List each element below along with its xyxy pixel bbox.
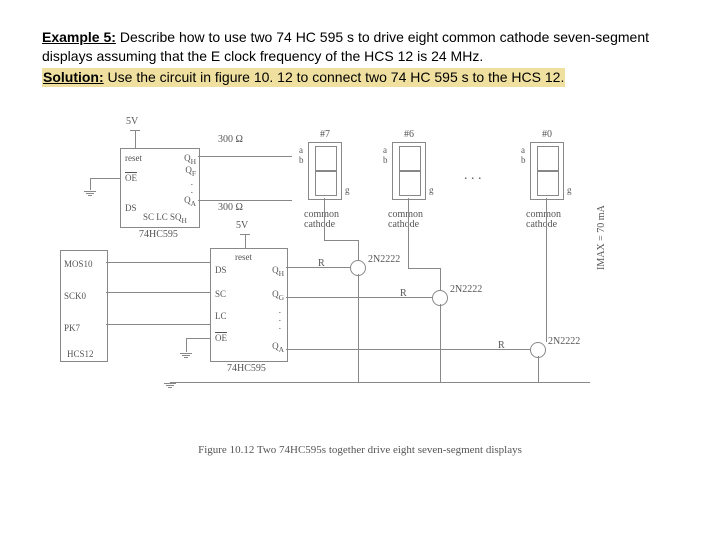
wire — [440, 268, 441, 290]
wire — [198, 200, 292, 201]
problem-header: Example 5: Describe how to use two 74 HC… — [0, 0, 720, 93]
wire — [186, 338, 187, 352]
pin-mos10: MOS10 — [64, 259, 93, 269]
wire — [90, 178, 91, 190]
pin-sck0: SCK0 — [64, 291, 86, 301]
chip-74hc595-top: reset QH QF . . QA OE DS SC LC SQH 74HC5… — [120, 148, 200, 228]
wire — [198, 156, 292, 157]
wire — [90, 178, 120, 179]
wire — [358, 274, 359, 382]
wire — [408, 268, 440, 269]
problem-line: Example 5: Describe how to use two 74 HC… — [42, 28, 678, 66]
seven-seg-display-7: #7 a b g — [308, 142, 342, 200]
solution-label: Solution: — [43, 69, 104, 85]
solution-text: Use the circuit in figure 10. 12 to conn… — [104, 69, 565, 85]
wire — [440, 304, 441, 382]
wire — [324, 240, 358, 241]
display-num-7: #7 — [309, 129, 341, 140]
wire — [408, 198, 409, 268]
transistor-label-1: 2N2222 — [368, 254, 400, 265]
supply-5v-bottom: 5V — [236, 220, 248, 231]
wire — [130, 130, 140, 131]
resistor-top: 300 Ω — [218, 134, 243, 145]
wire — [245, 234, 246, 248]
ground-bus — [170, 382, 590, 383]
wire — [324, 198, 325, 240]
cathode-label-0: commoncathode — [526, 210, 561, 230]
solution-line: Solution: Use the circuit in figure 10. … — [42, 68, 678, 87]
cathode-label-7: commoncathode — [304, 210, 339, 230]
resistor-bottom: 300 Ω — [218, 202, 243, 213]
pin-oe: OE — [125, 173, 137, 183]
figure-caption: Figure 10.12 Two 74HC595s together drive… — [60, 444, 660, 456]
display-num-6: #6 — [393, 129, 425, 140]
pin-reset: reset — [125, 153, 142, 163]
supply-5v-top: 5V — [126, 116, 138, 127]
wire — [135, 130, 136, 148]
circuit-diagram: 5V reset QH QF . . QA OE DS SC LC SQH 74… — [60, 120, 660, 460]
mcu-hcs12: MOS10 SCK0 PK7 HCS12 — [60, 250, 108, 362]
wire — [538, 356, 539, 382]
wire — [286, 349, 530, 350]
seven-seg-display-0: #0 a b g — [530, 142, 564, 200]
pin-reset2: reset — [235, 252, 252, 262]
wire — [286, 267, 350, 268]
wire — [106, 324, 210, 325]
chip1-name: 74HC595 — [139, 229, 178, 240]
wire — [286, 297, 432, 298]
chip2-name: 74HC595 — [227, 363, 266, 374]
wire — [546, 198, 547, 342]
wire — [106, 292, 210, 293]
ellipsis: . . . — [464, 168, 482, 184]
transistor-label-3: 2N2222 — [548, 336, 580, 347]
wire — [186, 338, 210, 339]
chip-74hc595-bottom: reset DS QH SC QG LC . . . OE QA 74HC595 — [210, 248, 288, 362]
transistor-label-2: 2N2222 — [450, 284, 482, 295]
ground-icon — [180, 352, 192, 359]
imax-note: IMAX = 70 mA — [596, 205, 607, 270]
wire — [358, 240, 359, 260]
example-label: Example 5: — [42, 29, 116, 45]
wire — [240, 234, 250, 235]
wire — [106, 262, 210, 263]
seven-seg-display-6: #6 a b g — [392, 142, 426, 200]
cathode-label-6: commoncathode — [388, 210, 423, 230]
pin-pk7: PK7 — [64, 323, 80, 333]
mcu-name: HCS12 — [67, 349, 94, 359]
display-num-0: #0 — [531, 129, 563, 140]
ground-icon — [164, 382, 176, 389]
ground-icon — [84, 190, 96, 197]
problem-text: Describe how to use two 74 HC 595 s to d… — [42, 29, 649, 64]
